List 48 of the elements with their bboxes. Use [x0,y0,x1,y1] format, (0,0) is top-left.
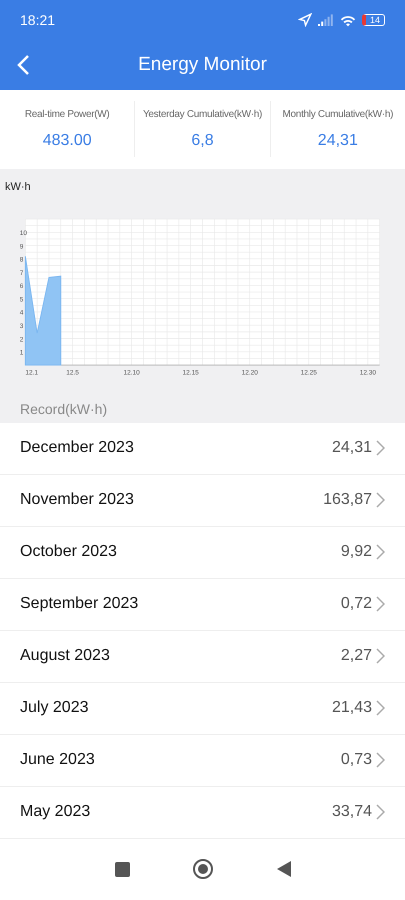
record-row[interactable]: November 2023 163,87 [0,474,405,527]
record-month: August 2023 [20,647,110,666]
chevron-right-icon [376,492,385,508]
chevron-right-icon [376,700,385,716]
record-month: July 2023 [20,699,88,718]
chevron-right-icon [376,596,385,612]
chart-unit: kW·h [4,180,31,193]
record-month: May 2023 [20,803,90,822]
recents-button[interactable] [114,862,130,877]
record-month: December 2023 [20,439,134,458]
record-month: November 2023 [20,491,134,510]
chevron-right-icon [376,804,385,820]
record-value: 24,31 [332,439,372,458]
stat-value: 6,8 [191,132,214,150]
chevron-right-icon [376,752,385,768]
wifi-icon [340,14,356,26]
stat-label: Real-time Power(W) [24,108,110,120]
record-value: 0,72 [340,595,372,614]
page-title: Energy Monitor [138,54,267,76]
stat-value: 24,31 [318,132,358,150]
record-month: October 2023 [20,543,117,562]
record-value: 33,74 [332,803,372,822]
chevron-right-icon [376,440,385,456]
chevron-right-icon [376,544,385,560]
record-row[interactable]: September 2023 0,72 [0,578,405,631]
location-icon [298,13,312,27]
record-row[interactable]: June 2023 0,73 [0,734,405,787]
record-value: 0,73 [340,751,372,770]
record-value: 163,87 [323,491,372,510]
record-value: 21,43 [332,699,372,718]
record-month: June 2023 [20,751,95,770]
signal-icon [318,14,334,26]
record-row[interactable]: December 2023 24,31 [0,422,405,475]
section-title: Record(kW·h) [19,400,108,419]
chevron-right-icon [376,648,385,664]
record-value: 9,92 [340,543,372,562]
status-time: 18:21 [20,12,56,28]
stat-label: Yesterday Cumulative(kW·h) [142,108,262,120]
battery-level: 14 [362,14,385,26]
back-nav-button[interactable] [276,861,290,878]
stat-value: 483.00 [42,132,92,150]
record-row[interactable]: August 2023 2,27 [0,630,405,683]
home-button[interactable] [192,858,214,880]
record-month: September 2023 [20,595,138,614]
stat-label: Monthly Cumulative(kW·h) [282,108,394,120]
record-value: 2,27 [340,647,372,666]
record-row[interactable]: October 2023 9,92 [0,526,405,579]
record-row[interactable]: July 2023 21,43 [0,682,405,735]
